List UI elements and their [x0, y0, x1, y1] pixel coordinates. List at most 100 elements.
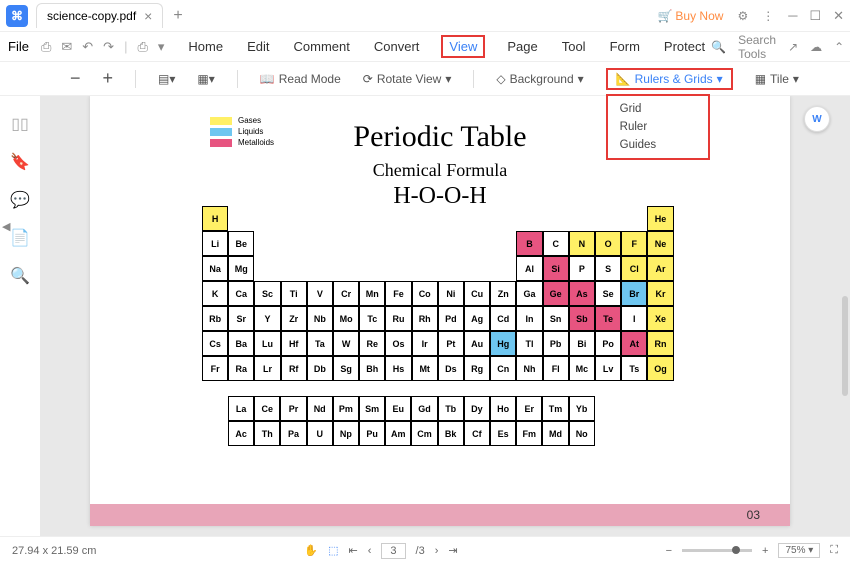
tab-page[interactable]: Page — [505, 35, 539, 58]
share-icon[interactable]: ↗ — [788, 40, 798, 54]
last-page-icon[interactable]: ⇥ — [448, 544, 457, 557]
rulers-grids-highlight: 📐 Rulers & Grids▾ Grid Ruler Guides — [606, 68, 733, 90]
element-Au: Au — [464, 331, 490, 356]
page-total: /3 — [416, 545, 425, 557]
close-button[interactable]: ✕ — [833, 8, 844, 24]
canvas[interactable]: Gases Liquids Metalloids Periodic Table … — [40, 96, 850, 536]
print-icon[interactable]: ⎙ — [137, 39, 147, 55]
redo-icon[interactable]: ↷ — [103, 39, 114, 55]
element-Cd: Cd — [490, 306, 516, 331]
search-input[interactable]: Search Tools — [738, 33, 776, 61]
element-Fm: Fm — [516, 421, 542, 446]
minimize-button[interactable]: ─ — [788, 8, 797, 24]
attachment-icon[interactable]: 📄 — [10, 228, 30, 248]
tab-home[interactable]: Home — [186, 35, 225, 58]
tab-comment[interactable]: Comment — [292, 35, 352, 58]
element-Pu: Pu — [359, 421, 385, 446]
element-B: B — [516, 231, 542, 256]
element-Mg: Mg — [228, 256, 254, 281]
tab-protect[interactable]: Protect — [662, 35, 707, 58]
zoom-slider[interactable] — [682, 549, 752, 552]
element-Zn: Zn — [490, 281, 516, 306]
rulers-grids-button[interactable]: 📐 Rulers & Grids▾ — [616, 72, 723, 86]
zoom-in-button[interactable]: + — [103, 68, 114, 89]
element-Se: Se — [595, 281, 621, 306]
element-K: K — [202, 281, 228, 306]
element-W: W — [333, 331, 359, 356]
page-layout-2[interactable]: ▦▾ — [197, 72, 214, 86]
element-Tc: Tc — [359, 306, 385, 331]
element-Pb: Pb — [543, 331, 569, 356]
tab-convert[interactable]: Convert — [372, 35, 422, 58]
collapse-icon[interactable]: ⌃ — [834, 40, 844, 54]
element-Al: Al — [516, 256, 542, 281]
zoom-out-icon[interactable]: − — [666, 545, 672, 557]
close-icon[interactable]: × — [144, 8, 152, 24]
cloud-icon[interactable]: ☁ — [810, 40, 822, 54]
element-Ra: Ra — [228, 356, 254, 381]
element-Dy: Dy — [464, 396, 490, 421]
element-Ca: Ca — [228, 281, 254, 306]
hand-tool-icon[interactable]: ✋ — [304, 544, 318, 557]
legend: Gases Liquids Metalloids — [210, 116, 274, 149]
doc-subtitle: Chemical Formula — [110, 160, 770, 181]
prev-doc-arrow[interactable]: ◀ — [2, 220, 10, 233]
element-Ne: Ne — [647, 231, 673, 256]
tab-edit[interactable]: Edit — [245, 35, 271, 58]
element-Bh: Bh — [359, 356, 385, 381]
maximize-button[interactable]: ☐ — [809, 8, 821, 24]
zoom-in-icon[interactable]: + — [762, 545, 768, 557]
rotate-view-button[interactable]: ⟳ Rotate View▾ — [363, 72, 452, 86]
element-Li: Li — [202, 231, 228, 256]
rulers-grids-dropdown: Grid Ruler Guides — [606, 94, 710, 160]
element-Rb: Rb — [202, 306, 228, 331]
element-Ta: Ta — [307, 331, 333, 356]
search-panel-icon[interactable]: 🔍 — [10, 266, 30, 286]
first-page-icon[interactable]: ⇤ — [349, 544, 358, 557]
tile-button[interactable]: ▦ Tile▾ — [755, 72, 799, 86]
element-Ce: Ce — [254, 396, 280, 421]
next-page-icon[interactable]: › — [435, 545, 439, 557]
background-button[interactable]: ◇ Background▾ — [496, 72, 583, 86]
element-Ho: Ho — [490, 396, 516, 421]
zoom-value[interactable]: 75% ▾ — [778, 543, 820, 558]
bookmark-icon[interactable]: 🔖 — [10, 152, 30, 172]
print-dropdown-icon[interactable]: ▾ — [158, 39, 165, 55]
vertical-scrollbar[interactable] — [842, 296, 848, 396]
element-Hg: Hg — [490, 331, 516, 356]
element-Mn: Mn — [359, 281, 385, 306]
element-In: In — [516, 306, 542, 331]
tab-tool[interactable]: Tool — [560, 35, 588, 58]
undo-icon[interactable]: ↶ — [82, 39, 93, 55]
thumbnails-icon[interactable]: ▯▯ — [11, 114, 29, 134]
dropdown-ruler[interactable]: Ruler — [608, 118, 708, 136]
zoom-out-button[interactable]: − — [70, 68, 81, 89]
save-icon[interactable]: ⎙ — [41, 39, 51, 55]
element-Rg: Rg — [464, 356, 490, 381]
element-Os: Os — [385, 331, 411, 356]
tab-view[interactable]: View — [441, 35, 485, 58]
file-menu[interactable]: File — [8, 39, 29, 54]
mail-icon[interactable]: ✉ — [61, 39, 72, 55]
select-tool-icon[interactable]: ⬚ — [328, 544, 338, 557]
more-icon[interactable]: ⋮ — [762, 9, 774, 23]
word-export-badge[interactable]: W — [804, 106, 830, 132]
element-Ba: Ba — [228, 331, 254, 356]
page-input[interactable]: 3 — [381, 543, 405, 559]
element-Ga: Ga — [516, 281, 542, 306]
dropdown-guides[interactable]: Guides — [608, 136, 708, 154]
buy-now-link[interactable]: 🛒 Buy Now — [657, 9, 723, 23]
page-layout-1[interactable]: ▤▾ — [158, 72, 175, 86]
element-Pd: Pd — [438, 306, 464, 331]
tab-form[interactable]: Form — [608, 35, 642, 58]
menu-icon[interactable]: ⚙ — [737, 9, 748, 23]
document-tab[interactable]: science-copy.pdf × — [36, 3, 163, 28]
comment-icon[interactable]: 💬 — [10, 190, 30, 210]
element-Es: Es — [490, 421, 516, 446]
new-tab-button[interactable]: + — [173, 7, 182, 25]
dropdown-grid[interactable]: Grid — [608, 100, 708, 118]
search-icon[interactable]: 🔍 — [711, 40, 726, 54]
read-mode-button[interactable]: 📖 Read Mode — [260, 72, 341, 86]
fit-page-icon[interactable]: ⛶ — [830, 544, 838, 557]
prev-page-icon[interactable]: ‹ — [368, 545, 372, 557]
